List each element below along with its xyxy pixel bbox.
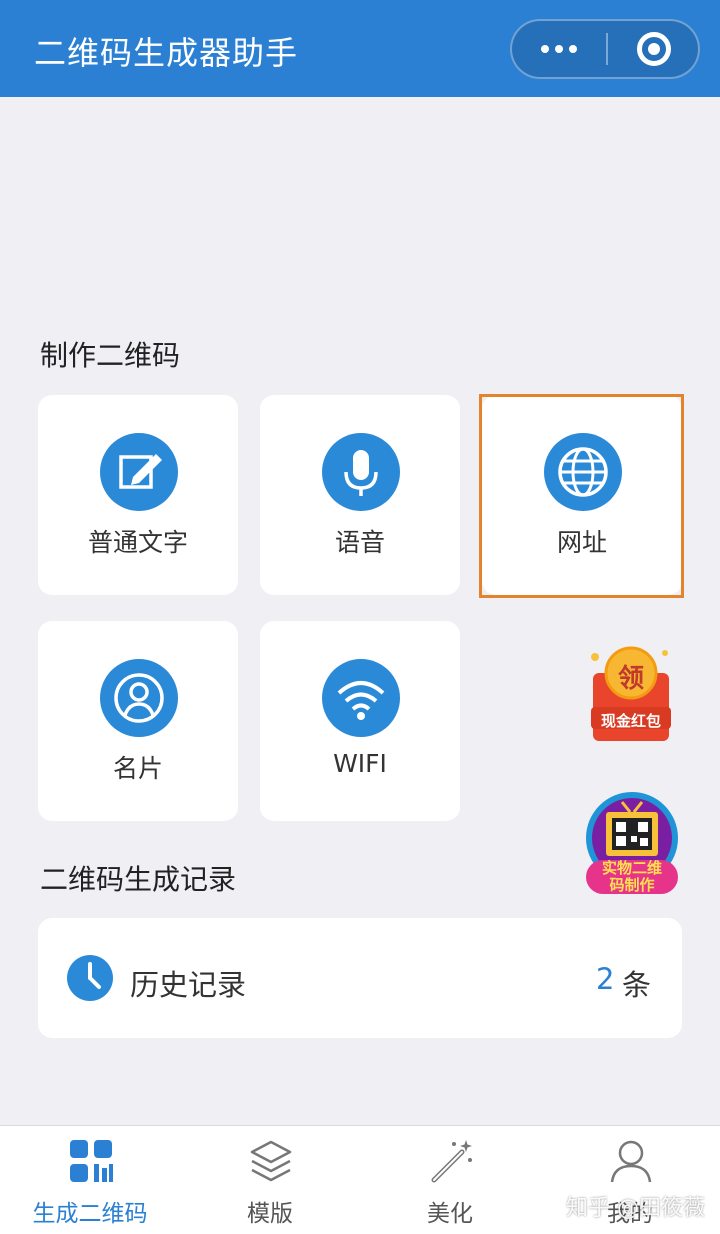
tile-label: WIFI [333,749,387,778]
user-icon [610,1140,652,1183]
microphone-icon [322,433,400,511]
red-packet-badge: 领 [618,664,645,694]
tv-promo-label-2: 码制作 [609,876,655,894]
tile-label: 语音 [334,528,385,557]
history-count-unit: 条 [622,968,652,1002]
tile-voice[interactable]: 语音 [260,395,460,595]
tab-beautify[interactable]: 美化 [360,1126,540,1234]
make-qr-section-title: 制作二维码 [40,339,181,372]
clock-icon [67,955,113,1001]
tile-business-card[interactable]: 名片 [38,621,238,821]
tab-label: 生成二维码 [32,1201,148,1227]
close-button[interactable] [608,21,700,77]
records-section-title: 二维码生成记录 [40,863,237,896]
red-packet-label: 现金红包 [600,712,661,730]
mini-program-capsule [510,19,700,79]
tile-plain-text[interactable]: 普通文字 [38,395,238,595]
watermark: 知乎 @田筱薇 [566,1196,705,1221]
highlight-frame [479,394,684,598]
layers-icon [250,1140,292,1182]
tab-generate-qr[interactable]: 生成二维码 [0,1126,180,1234]
tab-label: 模版 [247,1201,293,1227]
tab-label: 美化 [427,1201,473,1227]
history-record-row[interactable]: 历史记录 2 条 [38,918,682,1038]
physical-qr-promo[interactable]: 实物二维 码制作 [584,792,680,896]
edit-icon [100,433,178,511]
title-bar: 二维码生成器助手 [0,0,720,97]
tile-label: 普通文字 [87,528,188,557]
tile-wifi[interactable]: WIFI [260,621,460,821]
tv-promo-label-1: 实物二维 [601,859,662,877]
more-button[interactable] [512,21,606,77]
tab-templates[interactable]: 模版 [180,1126,360,1234]
qr-grid-icon [70,1140,113,1182]
magic-wand-icon [431,1140,472,1183]
history-count: 2 [596,962,615,996]
user-card-icon [100,659,178,737]
cash-red-packet-promo[interactable]: 领 现金红包 [583,643,679,743]
history-label: 历史记录 [130,968,247,1002]
wifi-icon [322,659,400,737]
tile-label: 名片 [112,754,163,783]
app-title: 二维码生成器助手 [34,34,299,72]
